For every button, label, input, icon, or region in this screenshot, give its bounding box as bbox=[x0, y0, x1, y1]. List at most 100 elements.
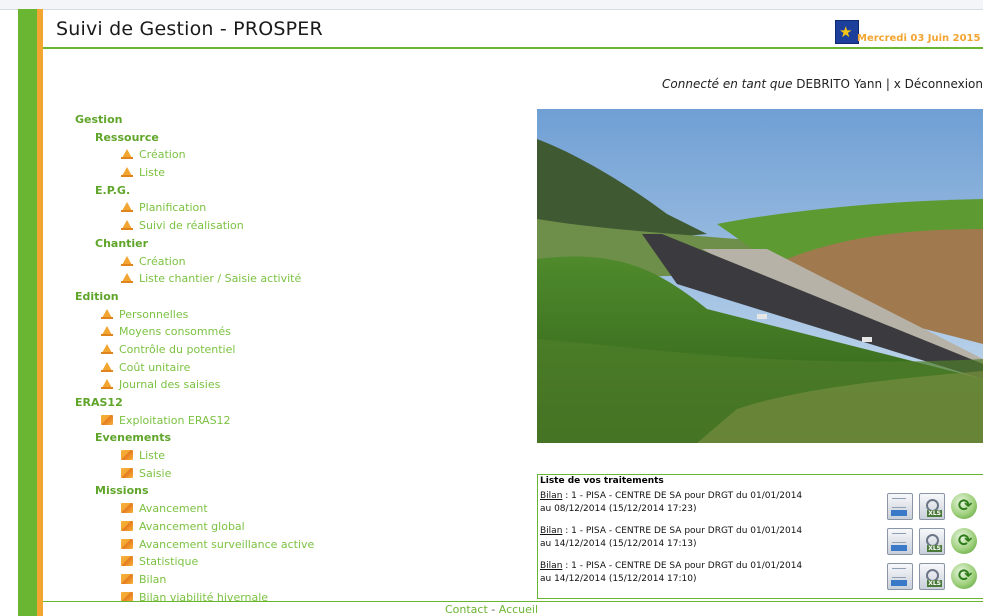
warning-triangle-icon bbox=[121, 273, 133, 284]
highway-photo bbox=[537, 109, 983, 443]
menu-subsection[interactable]: Ressource bbox=[75, 129, 314, 147]
menu-item[interactable]: Contrôle du potentiel bbox=[75, 341, 314, 359]
menu-subsection[interactable]: Chantier bbox=[75, 235, 314, 253]
current-date: Mercredi 03 Juin 2015 bbox=[857, 33, 981, 44]
xls-export-icon[interactable]: XLS bbox=[919, 493, 945, 520]
menu-item-label: Personnelles bbox=[119, 307, 189, 321]
menu-item-label: Liste chantier / Saisie activité bbox=[139, 272, 302, 286]
treatment-desc-line1: : 1 - PISA - CENTRE DE SA pour DRGT du 0… bbox=[562, 526, 803, 536]
road-flag-icon bbox=[121, 503, 133, 514]
treatment-text: Bilan : 1 - PISA - CENTRE DE SA pour DRG… bbox=[540, 525, 870, 551]
menu-item[interactable]: Moyens consommés bbox=[75, 323, 314, 341]
menu-item[interactable]: Suivi de réalisation bbox=[75, 217, 314, 235]
menu-item-label: Avancement bbox=[139, 502, 208, 516]
warning-triangle-icon bbox=[121, 220, 133, 231]
header-divider bbox=[43, 47, 983, 49]
logout-link[interactable]: x Déconnexion bbox=[894, 77, 983, 91]
road-flag-icon bbox=[121, 538, 133, 549]
menu-item-label: Saisie bbox=[139, 466, 172, 480]
menu-item[interactable]: Liste bbox=[75, 447, 314, 465]
treatment-desc-line1: : 1 - PISA - CENTRE DE SA pour DRGT du 0… bbox=[562, 561, 803, 571]
menu-item[interactable]: Création bbox=[75, 253, 314, 271]
menu-subsection[interactable]: Missions bbox=[75, 482, 314, 500]
left-orange-bar bbox=[37, 9, 43, 616]
menu-item[interactable]: Saisie bbox=[75, 465, 314, 483]
menu-item[interactable]: Avancement surveillance active bbox=[75, 536, 314, 554]
recycle-delete-icon[interactable]: ⟳ bbox=[951, 528, 977, 554]
menu-item[interactable]: Journal des saisies bbox=[75, 376, 314, 394]
road-flag-icon bbox=[121, 450, 133, 461]
treatment-link[interactable]: Bilan bbox=[540, 526, 562, 536]
menu-subsection[interactable]: E.P.G. bbox=[75, 182, 314, 200]
warning-triangle-icon bbox=[121, 167, 133, 178]
menu-item[interactable]: Liste bbox=[75, 164, 314, 182]
html-report-icon[interactable] bbox=[887, 563, 913, 590]
left-green-bar bbox=[18, 9, 37, 616]
road-flag-icon bbox=[121, 520, 133, 531]
menu-item[interactable]: Coût unitaire bbox=[75, 359, 314, 377]
menu-item[interactable]: Statistique bbox=[75, 553, 314, 571]
recycle-delete-icon[interactable]: ⟳ bbox=[951, 563, 977, 589]
menu-item-label: Création bbox=[139, 148, 186, 162]
home-link[interactable]: Accueil bbox=[499, 603, 538, 616]
treatment-link[interactable]: Bilan bbox=[540, 491, 562, 501]
menu-item[interactable]: Bilan bbox=[75, 571, 314, 589]
menu-item-label: Planification bbox=[139, 201, 207, 215]
warning-triangle-icon bbox=[121, 202, 133, 213]
menu-section[interactable]: Edition bbox=[75, 288, 314, 306]
road-flag-icon bbox=[101, 414, 113, 425]
menu-item-label: Moyens consommés bbox=[119, 325, 231, 339]
treatment-row: Bilan : 1 - PISA - CENTRE DE SA pour DRG… bbox=[540, 490, 982, 522]
menu-item-label: Liste bbox=[139, 166, 165, 180]
menu-item[interactable]: Personnelles bbox=[75, 306, 314, 324]
menu-item-label: Création bbox=[139, 254, 186, 268]
warning-triangle-icon bbox=[101, 326, 113, 337]
treatment-text: Bilan : 1 - PISA - CENTRE DE SA pour DRG… bbox=[540, 490, 870, 516]
menu-item-label: Coût unitaire bbox=[119, 360, 191, 374]
menu-subsection[interactable]: Evenements bbox=[75, 429, 314, 447]
menu-item[interactable]: Avancement global bbox=[75, 518, 314, 536]
brand-logo-icon: ★ bbox=[835, 20, 859, 44]
sidebar-menu: Gestion Ressource Création Liste E.P.G. Plani… bbox=[75, 111, 314, 606]
menu-item[interactable]: Planification bbox=[75, 199, 314, 217]
treatments-panel: Liste de vos traitements Bilan : 1 - PIS… bbox=[537, 474, 983, 599]
xls-export-icon[interactable]: XLS bbox=[919, 528, 945, 555]
menu-item-label: Avancement global bbox=[139, 519, 245, 533]
treatment-desc-line1: : 1 - PISA - CENTRE DE SA pour DRGT du 0… bbox=[562, 491, 803, 501]
menu-section[interactable]: Gestion bbox=[75, 111, 314, 129]
menu-item-label: Exploitation ERAS12 bbox=[119, 413, 231, 427]
page-title: Suivi de Gestion - PROSPER bbox=[56, 18, 323, 40]
menu-item[interactable]: Avancement bbox=[75, 500, 314, 518]
menu-item-label: Journal des saisies bbox=[119, 378, 221, 392]
menu-item-label: Bilan bbox=[139, 572, 167, 586]
treatment-desc-line2: au 14/12/2014 (15/12/2014 17:10) bbox=[540, 574, 697, 584]
menu-item[interactable]: Liste chantier / Saisie activité bbox=[75, 270, 314, 288]
menu-item-label: Suivi de réalisation bbox=[139, 219, 244, 233]
warning-triangle-icon bbox=[121, 149, 133, 160]
menu-item-label: Liste bbox=[139, 449, 165, 463]
footer: Contact - Accueil bbox=[0, 603, 983, 616]
menu-item-label: Statistique bbox=[139, 555, 199, 569]
user-separator: | bbox=[885, 77, 890, 91]
menu-item[interactable]: Création bbox=[75, 146, 314, 164]
recycle-delete-icon[interactable]: ⟳ bbox=[951, 493, 977, 519]
treatment-row: Bilan : 1 - PISA - CENTRE DE SA pour DRG… bbox=[540, 525, 982, 557]
warning-triangle-icon bbox=[101, 308, 113, 319]
road-flag-icon bbox=[121, 573, 133, 584]
road-flag-icon bbox=[121, 467, 133, 478]
menu-item[interactable]: Exploitation ERAS12 bbox=[75, 412, 314, 430]
footer-divider bbox=[43, 601, 983, 602]
connected-as-label: Connecté en tant que bbox=[662, 77, 793, 91]
contact-link[interactable]: Contact bbox=[445, 603, 488, 616]
html-report-icon[interactable] bbox=[887, 493, 913, 520]
browser-top-strip bbox=[0, 0, 983, 10]
warning-triangle-icon bbox=[101, 361, 113, 372]
treatment-desc-line2: au 08/12/2014 (15/12/2014 17:23) bbox=[540, 504, 697, 514]
treatment-text: Bilan : 1 - PISA - CENTRE DE SA pour DRG… bbox=[540, 560, 870, 586]
menu-item-label: Contrôle du potentiel bbox=[119, 342, 236, 356]
treatments-title: Liste de vos traitements bbox=[540, 476, 664, 486]
menu-section[interactable]: ERAS12 bbox=[75, 394, 314, 412]
xls-export-icon[interactable]: XLS bbox=[919, 563, 945, 590]
html-report-icon[interactable] bbox=[887, 528, 913, 555]
treatment-link[interactable]: Bilan bbox=[540, 561, 562, 571]
